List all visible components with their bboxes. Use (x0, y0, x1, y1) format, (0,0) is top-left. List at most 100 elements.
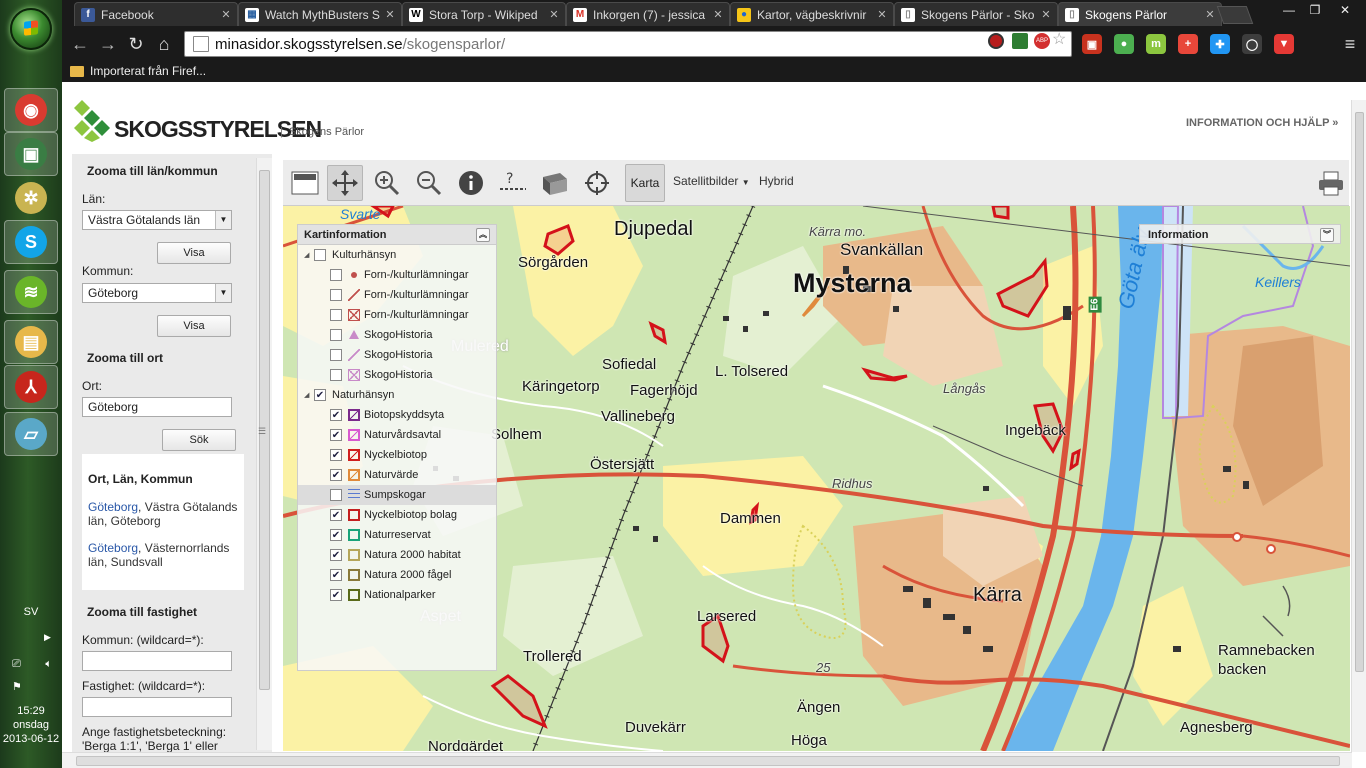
layer-row[interactable]: ✔ Naturreservat (298, 525, 496, 545)
property-municipality-input[interactable] (82, 651, 232, 671)
home-button[interactable]: ⌂ (152, 32, 176, 56)
result-link[interactable]: Göteborg (88, 500, 138, 514)
layer-checkbox[interactable]: ✔ (330, 449, 342, 461)
map-type-hybrid-button[interactable]: Hybrid (759, 174, 794, 188)
restore-button[interactable]: ❐ (1302, 0, 1328, 20)
spotify-taskbar-icon[interactable]: ≋ (4, 270, 58, 314)
bookmark-folder-imported[interactable]: Importerat från Firef... (90, 64, 206, 78)
property-input[interactable] (82, 697, 232, 717)
show-county-button[interactable]: Visa (157, 242, 231, 264)
layer-checkbox[interactable]: ✔ (330, 409, 342, 421)
close-tab-icon[interactable]: ✕ (383, 8, 397, 21)
layer-checkbox[interactable]: ✔ (330, 569, 342, 581)
extension-plus-icon[interactable]: + (1178, 34, 1198, 54)
search-place-button[interactable]: Sök (162, 429, 236, 451)
layer-checkbox[interactable] (330, 369, 342, 381)
close-tab-icon[interactable]: ✕ (219, 8, 233, 21)
layer-checkbox[interactable] (330, 289, 342, 301)
layer-checkbox[interactable] (330, 349, 342, 361)
extension-cross-icon[interactable]: ✚ (1210, 34, 1230, 54)
layer-row[interactable]: SkogoHistoria (298, 365, 496, 385)
chrome-taskbar-icon[interactable]: ◉ (4, 88, 58, 132)
close-tab-icon[interactable]: ✕ (875, 8, 889, 21)
layer-group-checkbox[interactable] (314, 249, 326, 261)
measure-button[interactable]: ? (495, 165, 531, 201)
layer-checkbox[interactable]: ✔ (330, 509, 342, 521)
layer-row[interactable]: ✔ Naturvårdsavtal (298, 425, 496, 445)
browser-tab[interactable]: W Stora Torp - Wikiped ✕ (402, 2, 566, 26)
information-help-link[interactable]: INFORMATION OCH HJÄLP » (1186, 117, 1338, 129)
layer-checkbox[interactable]: ✔ (330, 549, 342, 561)
layer-checkbox[interactable]: ✔ (330, 469, 342, 481)
blocked-icon[interactable] (988, 33, 1004, 49)
page-horizontal-scrollbar[interactable] (62, 752, 1352, 768)
tray-expand-icon[interactable]: ▶ (44, 632, 51, 643)
show-municipality-button[interactable]: Visa (157, 315, 231, 337)
page-horizontal-scroll-thumb[interactable] (76, 756, 1340, 766)
layer-group-row[interactable]: ◢ ✔ Naturhänsyn (298, 385, 496, 405)
close-tab-icon[interactable]: ✕ (711, 8, 725, 21)
forward-button[interactable]: → (96, 32, 120, 56)
close-tab-icon[interactable]: ✕ (1203, 8, 1217, 21)
new-tab-button[interactable] (1216, 6, 1254, 24)
layer-row[interactable]: Forn-/kulturlämningar (298, 285, 496, 305)
chrome-menu-icon[interactable]: ≡ (1338, 32, 1362, 56)
page-vertical-scroll-thumb[interactable] (1355, 112, 1364, 672)
expand-icon[interactable]: ︾ (1320, 228, 1334, 242)
extension-red-box-icon[interactable]: ▣ (1082, 34, 1102, 54)
municipality-select[interactable]: Göteborg ▼ (82, 283, 232, 303)
browser-tab[interactable]: ▯ Skogens Pärlor - Sko ✕ (894, 2, 1058, 26)
collapse-icon[interactable]: ︽ (476, 228, 490, 242)
reload-button[interactable]: ↻ (124, 32, 148, 56)
layer-row[interactable]: SkogoHistoria (298, 345, 496, 365)
info-button[interactable] (453, 165, 489, 201)
map-type-satellite-button[interactable]: Satellitbilder ▼ (673, 174, 750, 188)
map-type-karta-button[interactable]: Karta (625, 164, 665, 202)
layer-checkbox[interactable]: ✔ (330, 589, 342, 601)
layer-checkbox[interactable] (330, 269, 342, 281)
layer-row[interactable]: ✔ Naturvärde (298, 465, 496, 485)
layer-row[interactable]: ✔ Natura 2000 habitat (298, 545, 496, 565)
network-taskbar-icon[interactable]: ✲ (4, 176, 58, 220)
expand-triangle-icon[interactable]: ◢ (304, 251, 312, 259)
overview-map-button[interactable] (287, 165, 323, 201)
minimize-button[interactable]: — (1276, 0, 1302, 20)
printer-button[interactable] (1313, 165, 1349, 201)
layer-row[interactable]: ✔ Nationalparker (298, 585, 496, 605)
address-bar[interactable]: minasidor.skogsstyrelsen.se/skogensparlo… (184, 31, 1072, 57)
explorer-taskbar-icon[interactable]: ▤ (4, 320, 58, 364)
skype-taskbar-icon[interactable]: S (4, 220, 58, 264)
layer-row[interactable]: Forn-/kulturlämningar (298, 305, 496, 325)
notepad-taskbar-icon[interactable]: ▱ (4, 412, 58, 456)
layer-checkbox[interactable] (330, 309, 342, 321)
clock[interactable]: 15:29 onsdag 2013-06-12 (0, 704, 62, 746)
shield-extension-icon[interactable] (1012, 33, 1028, 49)
close-tab-icon[interactable]: ✕ (547, 8, 561, 21)
browser-tab[interactable]: ▯ Skogens Pärlor ✕ (1058, 2, 1222, 26)
action-center-flag-icon[interactable]: ⚑ (12, 680, 22, 693)
layer-row[interactable]: SkogoHistoria (298, 325, 496, 345)
layer-row[interactable]: Forn-/kulturlämningar (298, 265, 496, 285)
start-button[interactable] (10, 8, 52, 50)
layer-checkbox[interactable] (330, 489, 342, 501)
layer-checkbox[interactable]: ✔ (330, 529, 342, 541)
layer-row[interactable]: ✔ Biotopskyddsyta (298, 405, 496, 425)
layer-row[interactable]: ✔ Natura 2000 fågel (298, 565, 496, 585)
sidebar-resize-grip-icon[interactable]: ☰ (258, 426, 266, 437)
browser-tab[interactable]: M Inkorgen (7) - jessica ✕ (566, 2, 730, 26)
back-button[interactable]: ← (68, 32, 92, 56)
sidebar-scrollbar[interactable] (256, 158, 272, 750)
locate-button[interactable] (579, 165, 615, 201)
zoom-in-button[interactable] (369, 165, 405, 201)
layer-row[interactable]: Sumpskogar (298, 485, 496, 505)
map-canvas[interactable]: Svarte Djupedal Kärra mo. Svankällan Sörgård… (283, 206, 1350, 751)
extension-green-icon[interactable]: ● (1114, 34, 1134, 54)
pan-tool-button[interactable] (327, 165, 363, 201)
browser-tab[interactable]: ● Kartor, vägbeskrivnir ✕ (730, 2, 894, 26)
layer-checkbox[interactable]: ✔ (330, 429, 342, 441)
volume-icon[interactable]: 🔈︎ (45, 658, 52, 671)
extension-m-icon[interactable]: m (1146, 34, 1166, 54)
close-window-button[interactable]: ✕ (1328, 0, 1362, 20)
layer-group-row[interactable]: ◢ Kulturhänsyn (298, 245, 496, 265)
extension-shield-icon[interactable]: ▼ (1274, 34, 1294, 54)
